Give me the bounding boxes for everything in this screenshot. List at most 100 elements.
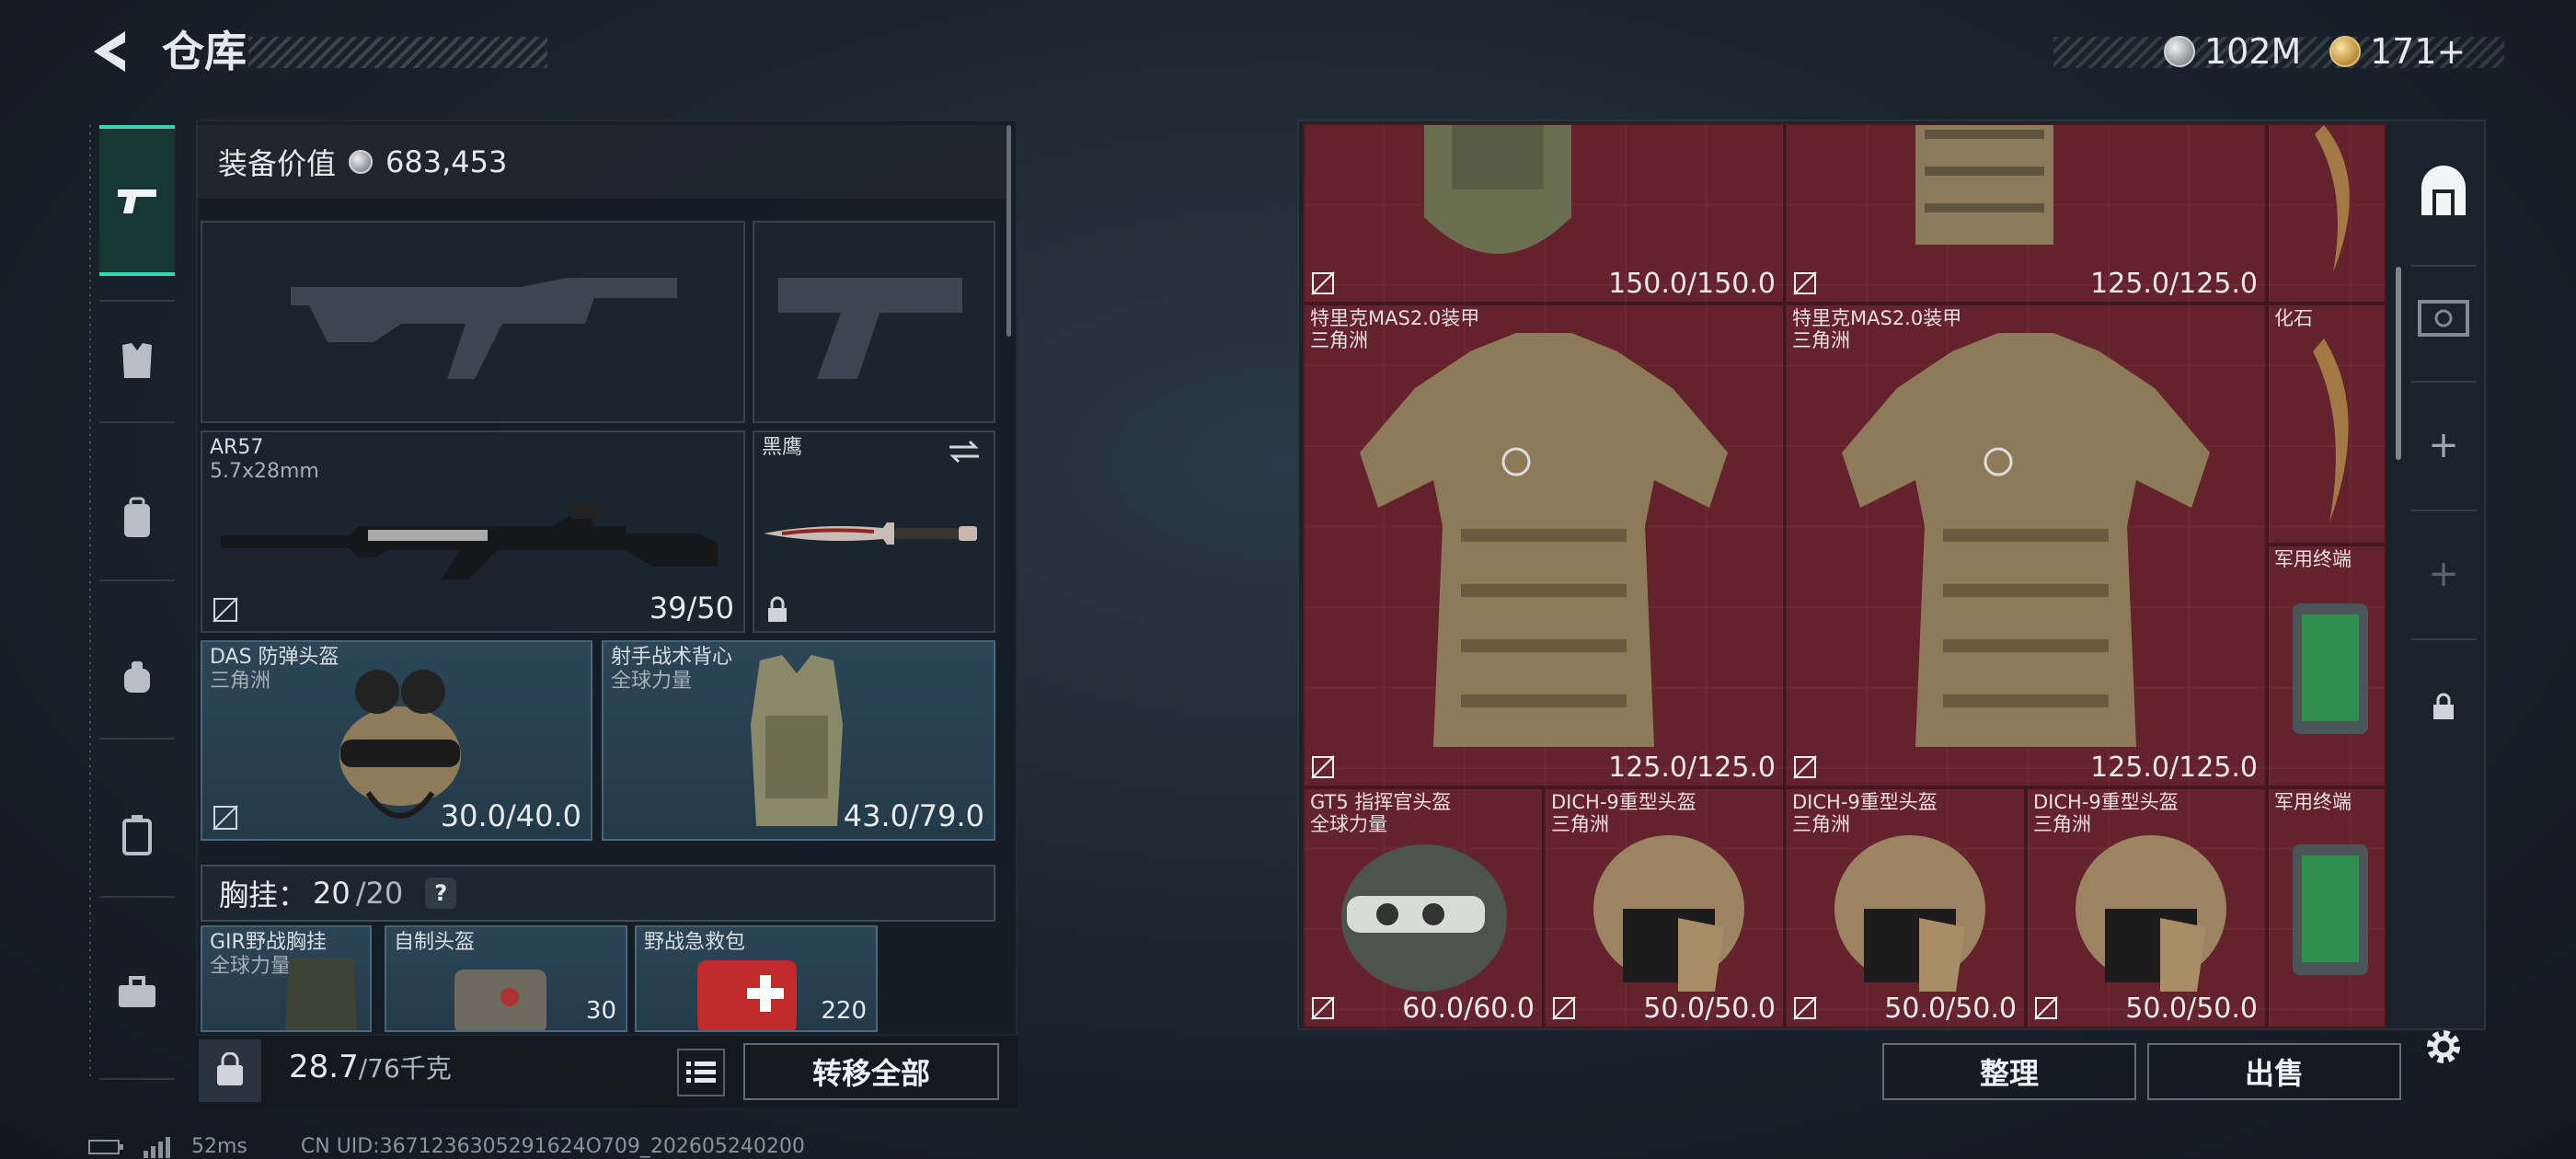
chest-rig-header: 胸挂： 20 /20 ? [201,865,995,922]
pistol-silhouette-icon [778,278,962,379]
stash-item[interactable]: GT5 指挥官头盔 全球力量 60.0/60.0 [1303,787,1544,1028]
sidebar-item-container[interactable] [99,797,175,872]
list-view-button[interactable] [677,1049,725,1096]
stash-item-durability: 50.0/50.0 [1643,993,1776,1025]
help-button[interactable]: ? [425,878,457,909]
bag-icon [124,661,150,693]
rig-item[interactable]: 自制头盔 30 [385,925,627,1032]
rig-item[interactable]: 野战急救包 220 [635,925,878,1032]
stash-tab-secondary[interactable] [2407,281,2480,355]
no-insure-icon [1311,271,1335,295]
stash-item-durability: 125.0/125.0 [2090,752,2258,784]
knife-icon [764,522,977,545]
stash-item-durability: 150.0/150.0 [1608,268,1776,300]
status-bar: 52ms CN UID:3671236305291624O709_2026052… [88,1135,805,1158]
helmet-slot[interactable]: DAS 防弹头盔 三角洲 30.0/40.0 [201,640,592,841]
first-aid-kit-icon [697,960,797,1030]
sidebar-item-armor[interactable] [99,324,175,399]
currency-silver[interactable]: 102M [2164,28,2301,75]
pistol-icon [118,189,156,213]
rig-item-tag: 全球力量 [210,955,292,978]
currency-gold-value: 171+ [2370,31,2467,72]
rig-item-count: 30 [585,997,616,1025]
plus-icon: + [2428,553,2459,595]
carry-weight-max: /76千克 [358,1053,452,1084]
stash-item[interactable]: 化石 [2267,304,2386,545]
currency-gold[interactable]: 171+ [2329,28,2466,75]
primary-weapon-slot[interactable]: AR57 5.7x28mm 39/50 [201,430,745,633]
vest-name: 射手战术背心 [611,646,733,669]
no-insure-icon [1311,996,1335,1020]
stash-item-durability: 50.0/50.0 [1884,993,2017,1025]
locked-stash-tab[interactable] [2407,670,2480,743]
secondary-weapon-slot[interactable] [201,221,745,423]
fossil-claw-icon [2315,125,2350,272]
sidearm-slot[interactable] [753,221,995,423]
rail-sep [2410,265,2477,267]
sidebar-item-backpack[interactable] [99,480,175,556]
gear-icon [2427,1030,2460,1063]
stash-grid: 150.0/150.0 125.0/125.0 特里克MAS2.0装甲 三角洲 … [1303,123,2386,1028]
stash-item[interactable]: DICH-9重型头盔 三角洲 50.0/50.0 [1544,787,1785,1028]
mas2-armor-icon [1360,333,1728,747]
stash-main-icon [2421,166,2466,215]
primary-weapon-durability: 39/50 [649,591,734,625]
stash-item[interactable]: 特里克MAS2.0装甲 三角洲 125.0/125.0 [1303,304,1785,787]
equipment-value-row: 装备价值 683,453 [196,125,1006,199]
stash-item[interactable]: 150.0/150.0 [1303,123,1785,304]
dich9-helmet-icon [1593,835,1744,992]
equipment-value: 683,453 [385,144,508,179]
rig-item[interactable]: GIR野战胸挂 全球力量 [201,925,372,1032]
stash-item-durability: 125.0/125.0 [2090,268,2258,300]
stash-item-durability: 125.0/125.0 [1608,752,1776,784]
armor-icon [1915,125,2053,245]
title-decoration [248,37,547,68]
melee-slot[interactable]: 黑鹰 [753,430,995,633]
stash-scrollbar[interactable] [2396,267,2401,460]
stash-item[interactable]: 军用终端 [2267,545,2386,787]
rail-sep [99,421,175,423]
lock-icon [768,596,787,622]
backpack-icon [124,497,150,537]
toolbox-icon [119,976,155,1007]
helmet-durability: 30.0/40.0 [440,798,581,833]
loadout-scrollbar[interactable] [1006,125,1011,337]
swap-icon[interactable] [948,438,981,465]
settings-button[interactable] [2407,1010,2480,1084]
container-icon [122,815,152,855]
list-icon [686,1061,716,1083]
stash-item[interactable]: 军用终端 [2267,787,2386,1028]
vest-tag: 全球力量 [611,670,693,693]
plus-icon: + [2428,424,2459,466]
stash-item[interactable]: DICH-9重型头盔 三角洲 50.0/50.0 [2026,787,2267,1028]
helmet-name: DAS 防弹头盔 [210,646,339,669]
back-arrow-icon[interactable] [85,26,136,77]
stash-item-durability: 50.0/50.0 [2125,993,2258,1025]
rifle-silhouette-icon [291,278,677,379]
stash-item[interactable]: DICH-9重型头盔 三角洲 50.0/50.0 [1785,787,2026,1028]
vest-slot[interactable]: 射手战术背心 全球力量 43.0/79.0 [602,640,995,841]
add-stash-button[interactable]: + [2407,408,2480,482]
gt5-helmet-icon [1341,844,1507,992]
transfer-all-button[interactable]: 转移全部 [743,1043,999,1100]
page-title: 仓库 [162,27,247,76]
stash-tab-main[interactable] [2407,155,2480,228]
rail-sep [99,738,175,740]
rail-sep [99,896,175,898]
rail-sep [2410,381,2477,383]
helmet-tag: 三角洲 [210,670,271,693]
stash-item-name: DICH-9重型头盔 [1551,791,1696,813]
lock-icon [2433,693,2454,719]
signal-icon [144,1136,170,1158]
sidebar-item-toolbox[interactable] [99,955,175,1030]
stash-item[interactable]: 125.0/125.0 [1785,123,2267,304]
sort-button[interactable]: 整理 [1882,1043,2136,1100]
rail-sep [2410,510,2477,511]
no-insure-icon [1793,271,1817,295]
sell-button[interactable]: 出售 [2147,1043,2401,1100]
stash-item[interactable] [2267,123,2386,304]
sidebar-item-weapons[interactable] [99,125,175,276]
stash-item[interactable]: 特里克MAS2.0装甲 三角洲 125.0/125.0 [1785,304,2267,787]
sidebar-item-bag[interactable] [99,638,175,714]
rail-divider [89,125,91,1082]
